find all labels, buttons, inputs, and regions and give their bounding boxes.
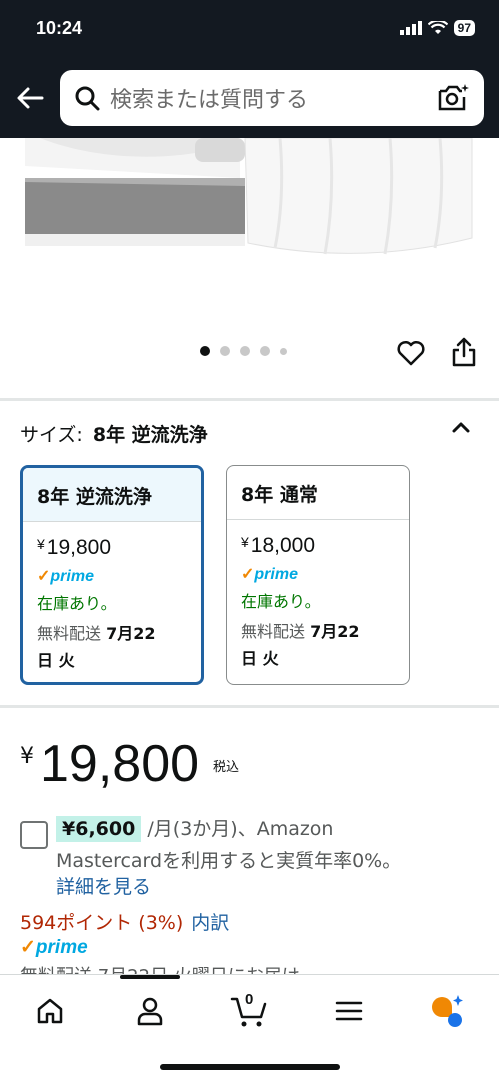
home-indicator [160, 1064, 340, 1070]
divider [0, 705, 499, 708]
points-info: 594ポイント (3%) 内訳 [20, 908, 229, 935]
prime-badge: ✓prime [37, 568, 94, 585]
carousel-dot[interactable] [280, 347, 287, 355]
account-icon[interactable] [132, 993, 168, 1029]
cart-button[interactable]: 0 [230, 991, 270, 1029]
rufus-assistant-icon[interactable] [428, 993, 464, 1029]
search-placeholder: 検索または質問する [110, 88, 309, 113]
chevron-up-icon[interactable] [450, 416, 472, 438]
camera-search-icon[interactable] [436, 81, 470, 115]
size-option-backwash[interactable]: 8年 逆流洗浄 ¥19,800 ✓prime 在庫あり。 無料配送 7月22 日 … [20, 465, 204, 685]
stock-status: 在庫あり。 [37, 594, 117, 613]
monthly-price-highlight: ¥6,600 [56, 816, 142, 842]
cart-count: 0 [245, 991, 254, 1008]
size-option-name: 8年 通常 [227, 466, 409, 520]
mastercard-installment-checkbox[interactable] [20, 821, 48, 849]
mastercard-offer-line1: ¥6,600 /月(3か月)、Amazon [56, 814, 333, 842]
mastercard-offer-line2: Mastercardを利用すると実質年率0%。 [56, 850, 402, 872]
menu-icon[interactable] [331, 993, 367, 1029]
delivery-info: 無料配送 7月22 日 火 [241, 622, 360, 668]
share-icon[interactable] [450, 336, 478, 368]
delivery-info: 無料配送 7月22 日 火 [37, 624, 156, 670]
heart-icon[interactable] [396, 338, 426, 368]
size-selected-value: 8年 逆流洗浄 [92, 424, 208, 446]
size-label: サイズ: 8年 逆流洗浄 [20, 420, 208, 447]
price-amount: 19,800 [40, 735, 200, 793]
divider [0, 398, 499, 401]
battery-indicator: 97 [453, 20, 475, 36]
search-icon [75, 86, 100, 111]
status-time: 10:24 [36, 18, 83, 38]
points-breakdown-link[interactable]: 内訳 [191, 912, 229, 934]
size-option-price: ¥19,800 [37, 536, 112, 559]
product-price: ¥ 19,800 税込 [20, 736, 239, 792]
prime-badge: ✓prime [241, 566, 298, 583]
size-option-price: ¥18,000 [241, 534, 316, 557]
back-arrow-icon[interactable] [14, 82, 46, 114]
home-icon[interactable] [32, 993, 68, 1029]
carousel-dot[interactable] [220, 346, 230, 356]
size-option-normal[interactable]: 8年 通常 ¥18,000 ✓prime 在庫あり。 無料配送 7月22 日 火 [226, 465, 410, 685]
carousel-dot[interactable] [260, 346, 270, 356]
points-text: 594ポイント (3%) [20, 912, 184, 934]
image-carousel-dots [200, 346, 287, 356]
drag-handle[interactable] [120, 975, 180, 979]
price-currency: ¥ [20, 744, 34, 769]
prime-badge: ✓prime [20, 937, 88, 958]
carousel-dot[interactable] [200, 346, 210, 356]
app-header: 10:24 97 検索または質問する [0, 0, 499, 138]
status-icons: 97 [399, 20, 475, 36]
tax-note: 税込 [213, 760, 240, 775]
size-label-text: サイズ: [20, 424, 83, 446]
search-input[interactable]: 検索または質問する [60, 70, 484, 126]
size-option-name: 8年 逆流洗浄 [23, 468, 201, 522]
signal-icon [399, 21, 422, 35]
stock-status: 在庫あり。 [241, 592, 321, 611]
carousel-dot[interactable] [240, 346, 250, 356]
details-link[interactable]: 詳細を見る [56, 872, 151, 899]
wifi-icon [427, 21, 448, 34]
